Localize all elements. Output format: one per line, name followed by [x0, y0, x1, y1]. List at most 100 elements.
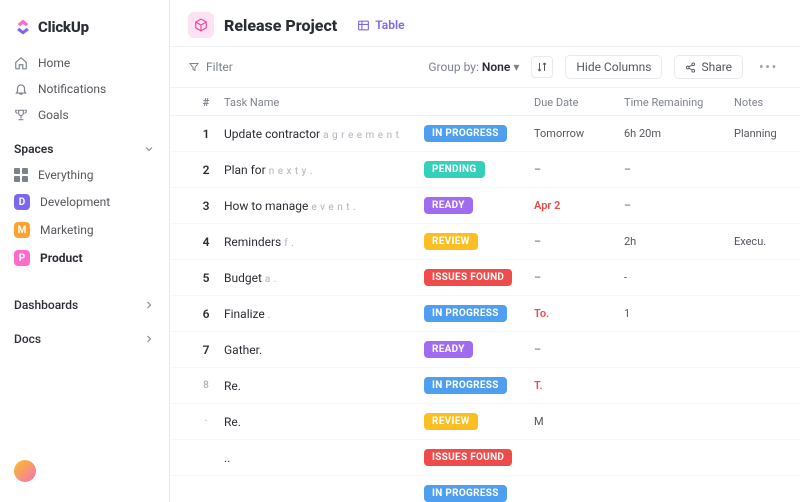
- filter-icon: [188, 61, 200, 73]
- chevron-right-icon: [143, 299, 155, 311]
- status-cell[interactable]: ISSUES FOUND: [424, 449, 534, 466]
- sidebar-item-docs[interactable]: Docs: [0, 318, 169, 352]
- sidebar-everything[interactable]: Everything: [0, 162, 169, 188]
- space-product[interactable]: PProduct: [0, 244, 169, 272]
- notes[interactable]: Planning: [734, 127, 800, 140]
- time-remaining[interactable]: 1: [624, 307, 734, 320]
- cube-icon: [194, 18, 208, 32]
- status-cell[interactable]: REVIEW: [424, 413, 534, 430]
- view-label: Table: [375, 18, 404, 32]
- col-remain[interactable]: Time Remaining: [624, 96, 734, 109]
- task-name[interactable]: Update contractor a g r e e m e n t: [224, 127, 424, 141]
- sort-icon: [536, 61, 548, 73]
- task-name[interactable]: How to manage e v e n t .: [224, 199, 424, 213]
- col-due[interactable]: Due Date: [534, 96, 624, 109]
- task-name[interactable]: ..: [224, 451, 424, 465]
- due-date[interactable]: –: [534, 271, 624, 284]
- table-row[interactable]: ..ISSUES FOUND: [170, 440, 800, 476]
- status-badge: READY: [424, 341, 473, 358]
- avatar[interactable]: [14, 460, 36, 482]
- space-marketing[interactable]: MMarketing: [0, 216, 169, 244]
- due-date[interactable]: Apr 2: [534, 199, 624, 212]
- status-cell[interactable]: IN PROGRESS: [424, 125, 534, 142]
- table-row[interactable]: 6Finalize .IN PROGRESSTo.1: [170, 296, 800, 332]
- status-badge: ISSUES FOUND: [424, 449, 512, 466]
- task-name[interactable]: Budget a .: [224, 271, 424, 285]
- spaces-header[interactable]: Spaces: [0, 128, 169, 162]
- status-cell[interactable]: IN PROGRESS: [424, 485, 534, 502]
- status-cell[interactable]: IN PROGRESS: [424, 305, 534, 322]
- task-name[interactable]: Finalize .: [224, 307, 424, 321]
- table-row[interactable]: 3How to manage e v e n t .READY Apr 2–: [170, 188, 800, 224]
- chevron-right-icon: [143, 333, 155, 345]
- status-cell[interactable]: PENDING: [424, 161, 534, 178]
- table-row[interactable]: 4Reminders f .REVIEW–2hExecu.: [170, 224, 800, 260]
- status-badge: IN PROGRESS: [424, 125, 507, 142]
- group-by-control[interactable]: Group by: None ▾: [428, 60, 519, 74]
- table-row[interactable]: 5Budget a .ISSUES FOUND–-: [170, 260, 800, 296]
- filter-button[interactable]: Filter: [188, 60, 233, 74]
- notes[interactable]: Execu.: [734, 235, 800, 248]
- view-tab-table[interactable]: Table: [357, 18, 404, 32]
- col-name[interactable]: Task Name: [224, 96, 424, 109]
- row-number: 3: [188, 199, 224, 213]
- toolbar: Filter Group by: None ▾ Hide Columns Sha…: [170, 47, 800, 88]
- status-badge: READY: [424, 197, 473, 214]
- time-remaining[interactable]: 2h: [624, 235, 734, 248]
- spaces-label: Spaces: [14, 142, 53, 156]
- sidebar-item-notifications[interactable]: Notifications: [0, 76, 169, 102]
- table-row[interactable]: 1Update contractor a g r e e m e n tIN P…: [170, 116, 800, 152]
- row-number: 7: [188, 343, 224, 357]
- status-cell[interactable]: ISSUES FOUND: [424, 269, 534, 286]
- due-date[interactable]: –: [534, 235, 624, 248]
- logo[interactable]: ClickUp: [0, 12, 169, 50]
- due-date[interactable]: –: [534, 163, 624, 176]
- task-name[interactable]: Re.: [224, 379, 424, 393]
- task-name[interactable]: Gather.: [224, 343, 424, 357]
- task-name[interactable]: Re.: [224, 415, 424, 429]
- brand-name: ClickUp: [38, 18, 89, 36]
- sidebar-item-home[interactable]: Home: [0, 50, 169, 76]
- due-date[interactable]: To.: [534, 307, 624, 320]
- row-number: 1: [188, 127, 224, 141]
- col-notes[interactable]: Notes: [734, 96, 800, 109]
- due-date[interactable]: Tomorrow: [534, 127, 624, 140]
- space-badge-icon: P: [14, 250, 30, 266]
- sidebar-item-dashboards[interactable]: Dashboards: [0, 284, 169, 318]
- chevron-down-icon: [143, 143, 155, 155]
- table-row[interactable]: 8Re.IN PROGRESST.: [170, 368, 800, 404]
- more-button[interactable]: •••: [755, 60, 782, 74]
- task-table: # Task Name Due Date Time Remaining Note…: [170, 88, 800, 502]
- table-header: # Task Name Due Date Time Remaining Note…: [170, 88, 800, 116]
- table-row[interactable]: ·Re.REVIEWM: [170, 404, 800, 440]
- status-badge: REVIEW: [424, 413, 478, 430]
- hide-columns-button[interactable]: Hide Columns: [565, 55, 662, 79]
- share-icon: [685, 62, 696, 73]
- task-name[interactable]: Plan for n e x t y .: [224, 163, 424, 177]
- table-row[interactable]: 2Plan for n e x t y .PENDING––: [170, 152, 800, 188]
- sort-button[interactable]: [531, 56, 553, 78]
- time-remaining[interactable]: 6h 20m: [624, 127, 734, 140]
- time-remaining[interactable]: –: [624, 199, 734, 212]
- status-cell[interactable]: IN PROGRESS: [424, 377, 534, 394]
- row-number: 4: [188, 235, 224, 249]
- table-row[interactable]: IN PROGRESS: [170, 476, 800, 502]
- due-date[interactable]: T.: [534, 379, 624, 392]
- sidebar-item-goals[interactable]: Goals: [0, 102, 169, 128]
- project-icon[interactable]: [188, 12, 214, 38]
- space-badge-icon: D: [14, 194, 30, 210]
- task-name[interactable]: Reminders f .: [224, 235, 424, 249]
- project-title: Release Project: [224, 16, 337, 35]
- share-button[interactable]: Share: [674, 55, 743, 79]
- col-num[interactable]: #: [188, 96, 224, 109]
- space-development[interactable]: DDevelopment: [0, 188, 169, 216]
- time-remaining[interactable]: –: [624, 163, 734, 176]
- status-cell[interactable]: READY: [424, 341, 534, 358]
- status-cell[interactable]: REVIEW: [424, 233, 534, 250]
- row-number: 6: [188, 307, 224, 321]
- due-date[interactable]: –: [534, 343, 624, 356]
- time-remaining[interactable]: -: [624, 271, 734, 284]
- table-row[interactable]: 7Gather.READY –: [170, 332, 800, 368]
- status-cell[interactable]: READY: [424, 197, 534, 214]
- due-date[interactable]: M: [534, 415, 624, 428]
